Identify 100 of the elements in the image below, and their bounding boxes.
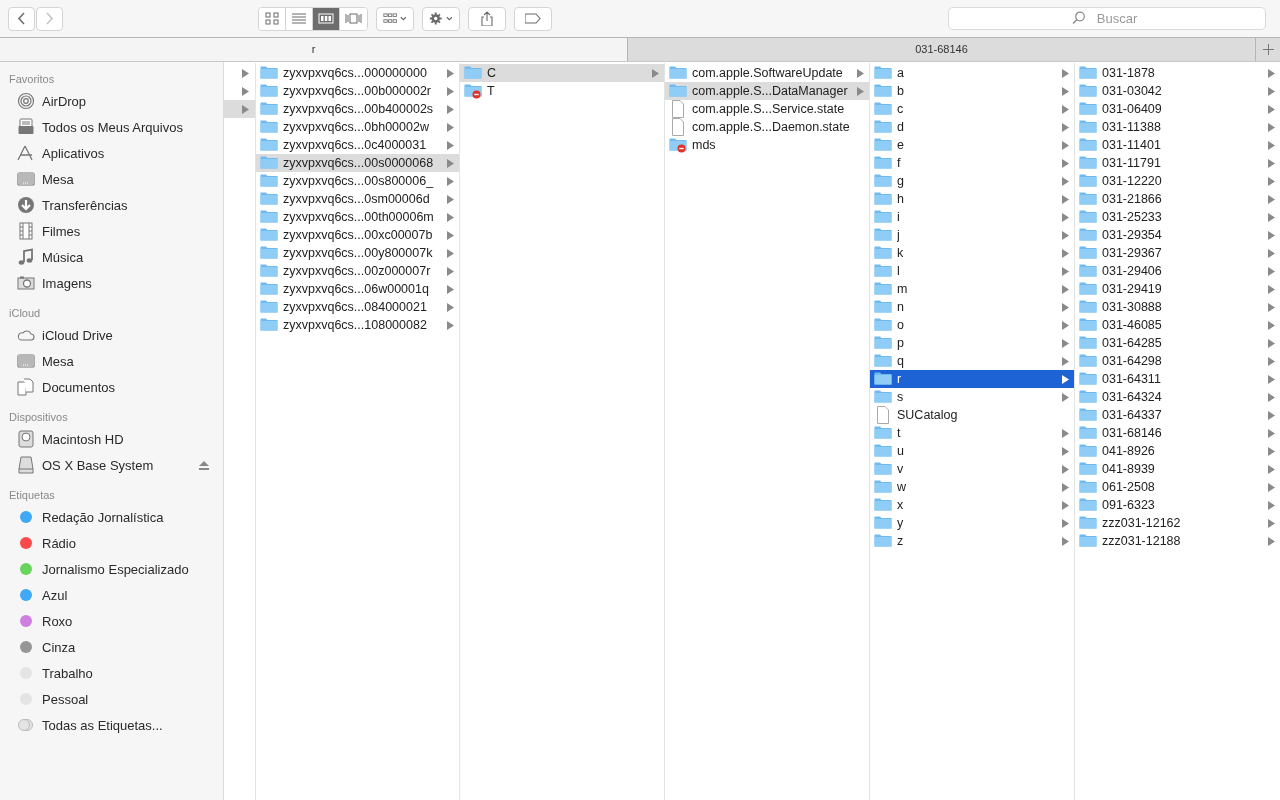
sidebar-item[interactable]: Azul — [0, 582, 223, 608]
file-row[interactable]: C — [460, 64, 664, 82]
file-row[interactable]: 061-2508 — [1075, 478, 1280, 496]
file-row[interactable]: 031-29406 — [1075, 262, 1280, 280]
file-row[interactable]: 031-64311 — [1075, 370, 1280, 388]
file-row[interactable]: com.apple.S...Service.state — [665, 100, 869, 118]
file-row[interactable]: 031-29354 — [1075, 226, 1280, 244]
view-button[interactable] — [313, 7, 340, 30]
file-row[interactable]: zyxvpxvq6cs...00z000007r — [256, 262, 459, 280]
file-row[interactable]: 031-11401 — [1075, 136, 1280, 154]
file-row[interactable]: zzz031-12162 — [1075, 514, 1280, 532]
file-row[interactable]: j — [870, 226, 1074, 244]
file-row[interactable]: zyxvpxvq6cs...108000082 — [256, 316, 459, 334]
file-row[interactable]: zyxvpxvq6cs...00xc00007b — [256, 226, 459, 244]
sidebar-item[interactable]: Transferências — [0, 192, 223, 218]
file-row[interactable]: 031-11791 — [1075, 154, 1280, 172]
file-row[interactable]: zyxvpxvq6cs...00b400002s — [256, 100, 459, 118]
file-row[interactable]: d — [870, 118, 1074, 136]
file-row[interactable]: 031-03042 — [1075, 82, 1280, 100]
sidebar-item[interactable]: Rádio — [0, 530, 223, 556]
file-row[interactable]: 031-11388 — [1075, 118, 1280, 136]
file-row[interactable]: com.apple.S...DataManager — [665, 82, 869, 100]
sidebar-item[interactable]: Mesa — [0, 348, 223, 374]
file-row[interactable]: mds — [665, 136, 869, 154]
sidebar-item[interactable]: Cinza — [0, 634, 223, 660]
arrange-button[interactable] — [376, 6, 414, 31]
file-row[interactable]: 031-46085 — [1075, 316, 1280, 334]
file-row[interactable]: b — [870, 82, 1074, 100]
view-segmented-control[interactable] — [258, 6, 368, 31]
sidebar-item[interactable]: Imagens — [0, 270, 223, 296]
file-row[interactable]: zyxvpxvq6cs...084000021 — [256, 298, 459, 316]
sidebar-item[interactable]: Jornalismo Especializado — [0, 556, 223, 582]
file-row[interactable]: 031-64285 — [1075, 334, 1280, 352]
file-row[interactable]: u — [870, 442, 1074, 460]
sidebar-item[interactable]: Documentos — [0, 374, 223, 400]
sidebar-item[interactable]: Filmes — [0, 218, 223, 244]
sidebar-item[interactable]: Macintosh HD — [0, 426, 223, 452]
file-row[interactable]: zyxvpxvq6cs...0sm00006d — [256, 190, 459, 208]
file-row[interactable]: 031-29367 — [1075, 244, 1280, 262]
file-row[interactable]: y — [870, 514, 1074, 532]
file-row[interactable]: r — [870, 370, 1074, 388]
file-row[interactable]: zyxvpxvq6cs...06w00001q — [256, 280, 459, 298]
sidebar-item[interactable]: Todos os Meus Arquivos — [0, 114, 223, 140]
file-row[interactable]: 031-68146 — [1075, 424, 1280, 442]
sidebar-item[interactable]: Mesa — [0, 166, 223, 192]
file-row[interactable]: 091-6323 — [1075, 496, 1280, 514]
sidebar-item[interactable]: Música — [0, 244, 223, 270]
file-row[interactable]: q — [870, 352, 1074, 370]
sidebar-item[interactable]: iCloud Drive — [0, 322, 223, 348]
sidebar-item[interactable]: AirDrop — [0, 88, 223, 114]
file-row[interactable]: 041-8939 — [1075, 460, 1280, 478]
sidebar-item[interactable]: Roxo — [0, 608, 223, 634]
search-field[interactable]: Buscar — [948, 7, 1266, 30]
file-row[interactable]: f — [870, 154, 1074, 172]
tag-button[interactable] — [514, 6, 552, 31]
file-row[interactable]: 031-12220 — [1075, 172, 1280, 190]
sidebar-item[interactable]: Aplicativos — [0, 140, 223, 166]
file-row[interactable]: a — [870, 64, 1074, 82]
file-row[interactable]: h — [870, 190, 1074, 208]
file-row[interactable]: SUCatalog — [870, 406, 1074, 424]
file-row[interactable]: m — [870, 280, 1074, 298]
file-row[interactable]: x — [870, 496, 1074, 514]
file-row[interactable]: zzz031-12188 — [1075, 532, 1280, 550]
row-selection[interactable] — [224, 100, 255, 118]
file-row[interactable]: T — [460, 82, 664, 100]
file-row[interactable]: zyxvpxvq6cs...00th00006m — [256, 208, 459, 226]
file-row[interactable]: s — [870, 388, 1074, 406]
file-row[interactable]: 031-64298 — [1075, 352, 1280, 370]
file-row[interactable]: 031-30888 — [1075, 298, 1280, 316]
sidebar-item[interactable]: OS X Base System — [0, 452, 223, 478]
gear-button[interactable] — [422, 6, 460, 31]
view-button[interactable] — [259, 7, 286, 30]
file-row[interactable]: e — [870, 136, 1074, 154]
file-row[interactable]: 031-64324 — [1075, 388, 1280, 406]
file-row[interactable]: w — [870, 478, 1074, 496]
file-row[interactable]: 031-64337 — [1075, 406, 1280, 424]
sidebar-item[interactable]: Trabalho — [0, 660, 223, 686]
file-row[interactable]: com.apple.SoftwareUpdate — [665, 64, 869, 82]
file-row[interactable]: zyxvpxvq6cs...000000000 — [256, 64, 459, 82]
file-row[interactable]: zyxvpxvq6cs...00b000002r — [256, 82, 459, 100]
file-row[interactable]: z — [870, 532, 1074, 550]
sidebar-item[interactable]: Pessoal — [0, 686, 223, 712]
file-row[interactable]: n — [870, 298, 1074, 316]
file-row[interactable]: t — [870, 424, 1074, 442]
file-row[interactable]: 031-06409 — [1075, 100, 1280, 118]
file-row[interactable]: i — [870, 208, 1074, 226]
file-row[interactable]: zyxvpxvq6cs...00s800006_ — [256, 172, 459, 190]
file-row[interactable]: 031-21866 — [1075, 190, 1280, 208]
file-row[interactable]: k — [870, 244, 1074, 262]
file-row[interactable]: c — [870, 100, 1074, 118]
sidebar-item[interactable]: Todas as Etiquetas... — [0, 712, 223, 738]
file-row[interactable]: zyxvpxvq6cs...0c4000031 — [256, 136, 459, 154]
sidebar-item[interactable]: Redação Jornalística — [0, 504, 223, 530]
file-row[interactable]: 031-25233 — [1075, 208, 1280, 226]
share-button[interactable] — [468, 6, 506, 31]
file-row[interactable]: g — [870, 172, 1074, 190]
file-row[interactable]: 031-1878 — [1075, 64, 1280, 82]
file-row[interactable]: p — [870, 334, 1074, 352]
file-row[interactable]: zyxvpxvq6cs...00y800007k — [256, 244, 459, 262]
file-row[interactable]: 031-29419 — [1075, 280, 1280, 298]
